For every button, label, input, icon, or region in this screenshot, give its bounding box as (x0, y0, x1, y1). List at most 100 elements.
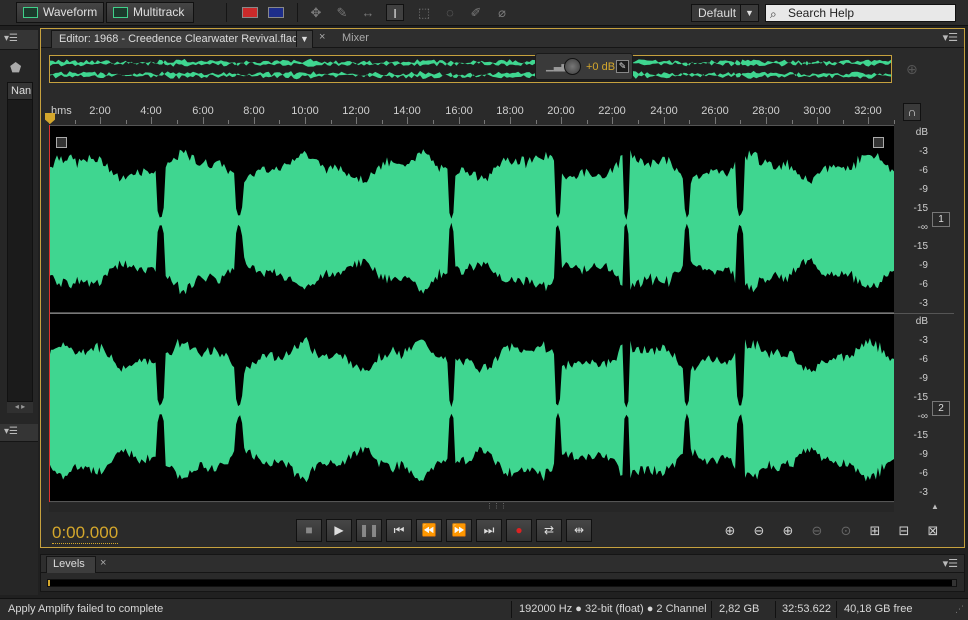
play-button[interactable]: ▶ (326, 519, 352, 542)
horizontal-scrollbar[interactable]: ◂ ▸ (7, 402, 33, 413)
zoom-selection-button[interactable]: ⊠ (921, 521, 945, 541)
go-to-start-button[interactable]: ⏮ (386, 519, 412, 542)
go-to-end-button[interactable]: ⏭ (476, 519, 502, 542)
slip-tool-icon[interactable]: ↔ (359, 4, 377, 21)
timeline-ruler[interactable]: hms 2:00 4:00 6:00 8:00 10:00 12:00 14:00 16:00… (45, 102, 895, 124)
fade-out-handle-icon[interactable] (873, 137, 884, 148)
levels-panel: Levels × ▾☰ (40, 554, 965, 592)
ruler-tick (561, 117, 562, 124)
mixer-tab[interactable]: Mixer (335, 30, 385, 48)
record-button[interactable]: ● (506, 519, 532, 542)
spectral-frequency-icon[interactable] (241, 4, 259, 21)
resize-grip-icon[interactable]: ⋰ (955, 599, 964, 619)
ruler-tick (894, 120, 895, 124)
pin-icon[interactable]: ⬟ (10, 60, 21, 76)
status-free-space: 40,18 GB free (844, 603, 913, 615)
fast-forward-button[interactable]: ⏩ (446, 519, 472, 542)
ruler-label: 24:00 (650, 105, 678, 117)
pin-hud-icon[interactable]: ✎ (616, 60, 629, 73)
marquee-tool-icon[interactable]: ⬚ (415, 4, 433, 21)
status-format: 192000 Hz ● 32-bit (float) ● 2 Channel (519, 603, 707, 615)
channel-2-badge[interactable]: 2 (932, 401, 950, 416)
channel-2-scale: 2 dB -3 -6 -9 -15 -∞ -15 -9 -6 -3 (894, 314, 954, 502)
close-tab-icon[interactable]: × (319, 31, 325, 43)
scroll-up-icon[interactable]: ▲ (931, 502, 939, 511)
ruler-label: 30:00 (803, 105, 831, 117)
multitrack-mode-button[interactable]: Multitrack (106, 2, 194, 23)
zoom-in-amplitude-button[interactable]: ⊕ (718, 521, 742, 541)
panel-menu-icon[interactable]: ▾☰ (943, 557, 958, 570)
ruler-tick (587, 120, 588, 124)
razor-tool-icon[interactable]: ✎ (333, 4, 351, 21)
search-help-input[interactable]: ⌕ Search Help (765, 4, 956, 22)
zoom-out-time-icon: ⊖ (811, 523, 823, 538)
time-selection-tool-icon[interactable]: I (386, 4, 404, 21)
channel-1-scale: 1 dB -3 -6 -9 -15 -∞ -15 -9 -6 -3 (894, 125, 954, 313)
search-placeholder: Search Help (788, 6, 855, 20)
status-bar: Apply Amplify failed to complete 192000 … (0, 598, 968, 620)
editor-panel: Editor: 1968 - Creedence Clearwater Revi… (40, 28, 965, 548)
panel-menu-icon[interactable]: ▾☰ (943, 31, 958, 44)
waveform-icon (23, 7, 38, 18)
move-tool-icon[interactable]: ✥ (307, 4, 325, 21)
hud-volume-control[interactable]: ▁▃▅ +0 dB ✎ (535, 53, 633, 80)
waveform-display[interactable] (49, 125, 894, 502)
panel-header-2: ▾☰ (0, 424, 38, 442)
zoom-out-amplitude-button[interactable]: ⊖ (747, 521, 771, 541)
zoom-out-time-button[interactable]: ⊖ (805, 521, 829, 541)
channel-1-badge[interactable]: 1 (932, 212, 950, 227)
loop-button[interactable]: ⇄ (536, 519, 562, 542)
skip-selection-button[interactable]: ⇹ (566, 519, 592, 542)
ruler-tick (407, 117, 408, 124)
volume-knob-icon[interactable] (564, 58, 581, 75)
zoom-out-full-button[interactable]: ⊙ (834, 521, 858, 541)
column-header-name[interactable]: Nan (8, 83, 32, 100)
ruler-tick (177, 120, 178, 124)
lasso-tool-icon[interactable]: ◌ (441, 4, 459, 21)
zoom-selection-icon: ⊠ (927, 523, 939, 538)
db-label: -∞ (917, 222, 928, 233)
db-label: -9 (919, 373, 928, 384)
levels-tab[interactable]: Levels (46, 556, 96, 573)
file-list[interactable]: Nan (7, 82, 33, 402)
ruler-tick (536, 120, 537, 124)
workspace-select[interactable]: Default ▼ (691, 4, 759, 22)
file-dropdown-icon[interactable]: ▼ (296, 31, 312, 47)
zoom-in-point-button[interactable]: ⊞ (863, 521, 887, 541)
waveform-mode-button[interactable]: Waveform (16, 2, 104, 23)
ruler-tick (715, 117, 716, 124)
ruler-label: 8:00 (243, 105, 265, 117)
scroll-grip-icon[interactable]: ⋮⋮⋮ (486, 503, 507, 511)
panel-menu-icon[interactable]: ▾☰ (4, 33, 18, 44)
waveform-channel (49, 149, 894, 295)
ruler-tick (356, 117, 357, 124)
horizontal-scrollbar[interactable]: ⋮⋮⋮ (49, 503, 894, 512)
zoom-in-time-button[interactable]: ⊕ (776, 521, 800, 541)
panel-menu-icon[interactable]: ▾☰ (4, 426, 18, 437)
waveform-channel (50, 58, 891, 67)
stop-button[interactable]: ■ (296, 519, 322, 542)
ruler-label: 2:00 (89, 105, 111, 117)
current-time-display[interactable]: 0:00.000 (52, 523, 119, 544)
headphones-icon[interactable]: ∩ (903, 103, 921, 121)
ruler-tick (792, 120, 793, 124)
status-divider (775, 601, 776, 618)
zoom-out-point-button[interactable]: ⊟ (892, 521, 916, 541)
zoom-reset-icon[interactable]: ⊕ (906, 61, 918, 78)
spectral-pitch-icon[interactable] (267, 4, 285, 21)
pause-button[interactable]: ❚❚ (356, 519, 382, 542)
editor-file-tab[interactable]: Editor: 1968 - Creedence Clearwater Revi… (51, 30, 313, 48)
waveform-channel (50, 70, 891, 80)
ruler-tick (459, 117, 460, 124)
playhead-marker-icon[interactable] (45, 113, 55, 124)
fade-in-handle-icon[interactable] (56, 137, 67, 148)
rewind-button[interactable]: ⏪ (416, 519, 442, 542)
spot-healing-tool-icon[interactable]: ⌀ (493, 4, 511, 21)
brush-tool-icon[interactable]: ✐ (467, 4, 485, 21)
waveform-overview[interactable] (49, 55, 892, 83)
ruler-label: 10:00 (291, 105, 319, 117)
db-label: -15 (913, 392, 928, 403)
close-tab-icon[interactable]: × (100, 557, 106, 569)
mixer-tab-label: Mixer (342, 32, 369, 44)
zoom-in-time-icon: ⊕ (782, 523, 794, 538)
